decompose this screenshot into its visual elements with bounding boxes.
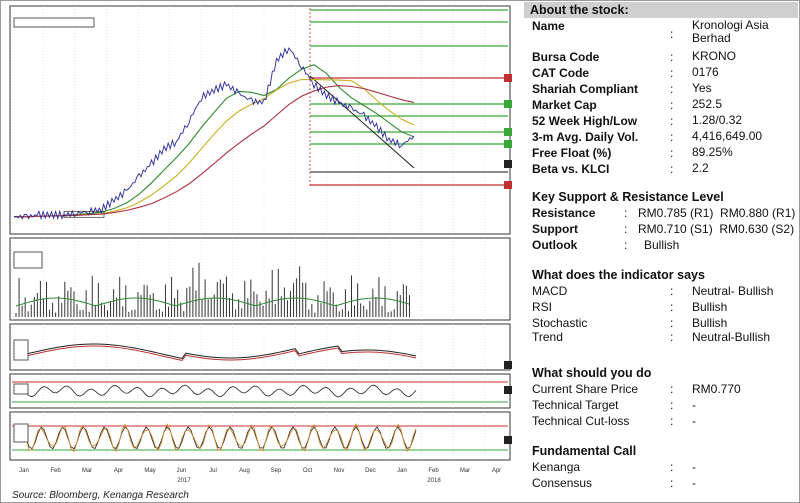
price-panel: [9, 5, 511, 235]
indicator-value-marker: [504, 436, 512, 444]
volume-legend: [13, 251, 43, 269]
about-header: About the stock:: [524, 2, 798, 18]
price-level-marker: [504, 100, 512, 108]
month-label: Sep: [271, 468, 282, 474]
stochastic-panel: [9, 411, 511, 461]
levels-title: Key Support & Resistance Level: [532, 190, 724, 204]
rsi-legend: [13, 383, 29, 395]
month-label: May: [144, 468, 155, 474]
source-note: Source: Bloomberg, Kenanga Research: [12, 490, 189, 501]
month-label: Feb: [50, 468, 61, 474]
year-label: 2017: [177, 478, 191, 484]
indicators-title: What does the indicator says: [532, 268, 705, 282]
price-level-marker: [504, 181, 512, 189]
month-label: Jan: [397, 468, 407, 474]
rsi-panel: [9, 373, 511, 409]
month-label: Jan: [19, 468, 29, 474]
fundamental-title: Fundamental Call: [532, 444, 637, 458]
todo-title: What should you do: [532, 366, 652, 380]
month-label: Mar: [460, 468, 470, 474]
stock-chart: Jan Feb Mar Apr May Jun Jul Aug Sep Oct Nov Dec Jan F…: [4, 4, 514, 488]
price-level-marker: [504, 74, 512, 82]
price-legend: [13, 17, 95, 28]
price-level-marker: [504, 160, 512, 168]
stock-info-panel: About the stock: Name: Kronologi Asia Be…: [524, 2, 798, 500]
month-label: Nov: [334, 468, 345, 474]
month-label: Oct: [303, 468, 313, 474]
month-label: Jun: [177, 468, 187, 474]
month-label: Mar: [82, 468, 92, 474]
month-label: Aug: [239, 468, 250, 474]
indicator-value-marker: [504, 386, 512, 394]
price-level-marker: [504, 128, 512, 136]
stochastic-legend: [13, 423, 29, 443]
month-label: Apr: [114, 468, 123, 474]
chart-svg: Jan Feb Mar Apr May Jun Jul Aug Sep Oct Nov Dec Jan F…: [9, 5, 512, 484]
month-label: Dec: [365, 468, 376, 474]
indicator-value-marker: [504, 361, 512, 369]
year-label: 2018: [427, 478, 441, 484]
price-level-marker: [504, 140, 512, 148]
month-label: Jul: [209, 468, 217, 474]
macd-legend: [13, 339, 29, 361]
month-label: Apr: [492, 468, 501, 474]
month-label: Feb: [428, 468, 439, 474]
macd-panel: [9, 323, 511, 371]
